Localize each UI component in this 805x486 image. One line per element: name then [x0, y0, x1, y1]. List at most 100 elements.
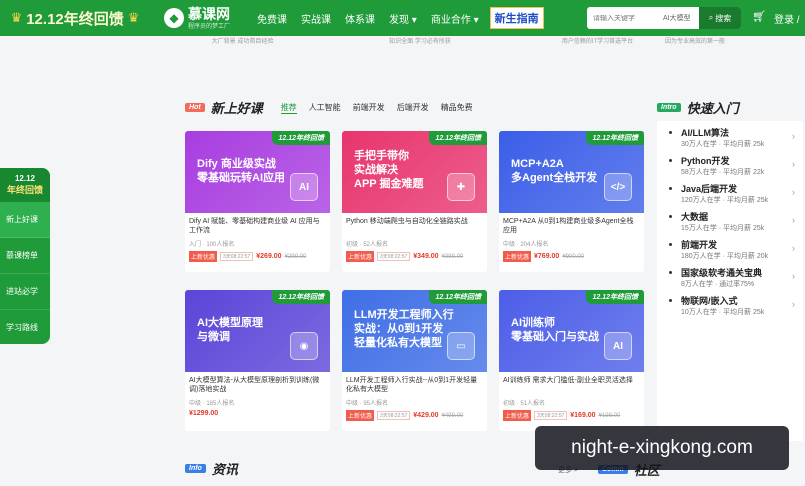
- login-link[interactable]: 登录 /: [774, 11, 800, 26]
- item-title: 物联网/嵌入式: [681, 296, 738, 306]
- search-button[interactable]: ⌕ 搜索: [699, 7, 741, 29]
- promo-ribbon: 12.12年终回馈: [586, 131, 644, 145]
- item-subtitle: 58万人在学 · 平均月薪 22k: [681, 169, 765, 176]
- section-badge: Intro: [657, 103, 681, 112]
- tab-frontend[interactable]: 前端开发: [353, 102, 385, 114]
- quick-start-item[interactable]: Java后端开发 120万人在学 · 平均月薪 25k ›: [657, 177, 803, 205]
- nav-discover[interactable]: 发现 ▾: [382, 11, 424, 26]
- price-row: 上新优惠 3天08:22:57 ¥429.00 ¥499.00: [342, 407, 487, 421]
- course-card[interactable]: 12.12年终回馈 AI大模型原理 与微调 ◉ AI大模型算法-从大模型原理剖析到…: [185, 290, 330, 431]
- sidebar-item-path[interactable]: 学习路线: [0, 310, 50, 346]
- course-meta: 中级 · 95人报名: [346, 401, 389, 407]
- tab-recommend[interactable]: 推荐: [280, 102, 297, 114]
- nav-system[interactable]: 体系课: [338, 11, 382, 26]
- course-banner: 12.12年终回馈 MCP+A2A 多Agent全栈开发 </>: [499, 131, 644, 213]
- search-input[interactable]: [587, 14, 657, 22]
- course-card[interactable]: 12.12年终回馈 MCP+A2A 多Agent全栈开发 </> MCP+A2A …: [499, 131, 644, 272]
- price-row: 上新优惠 3天08:22:57 ¥169.00 ¥199.00: [499, 407, 644, 421]
- sidebar-item-new[interactable]: 新上好课: [0, 202, 50, 238]
- section-title: 新上好课: [210, 101, 263, 116]
- banner-text: AI大模型原理: [197, 317, 263, 329]
- countdown-tag: 3天08:22:57: [534, 411, 568, 420]
- nav-free[interactable]: 免费课: [250, 11, 294, 26]
- course-illustration-icon: </>: [604, 173, 632, 201]
- tab-ai[interactable]: 人工智能: [309, 102, 341, 114]
- course-title[interactable]: Dify AI 賦能、零基础构建商业级 AI 应用与工作流: [185, 213, 330, 239]
- chevron-right-icon: ›: [792, 271, 795, 281]
- chevron-right-icon: ›: [792, 187, 795, 197]
- course-card[interactable]: 12.12年终回馈 手把手带你 实战解决 APP 掘金难题 ✚ Python 移动端…: [342, 131, 487, 272]
- promo-ribbon: 12.12年终回馈: [429, 290, 487, 304]
- quick-start-item[interactable]: 国家级软考通关宝典 8万人在学 · 通过率75% ›: [657, 261, 803, 289]
- course-banner: 12.12年终回馈 Dify 商业级实战 零基础玩转AI应用 AI: [185, 131, 330, 213]
- price: ¥349.00: [413, 253, 439, 260]
- cart-icon[interactable]: 🛒︎: [752, 10, 766, 23]
- section-badge: Hot: [185, 103, 205, 112]
- banner-text: APP 掘金难题: [354, 178, 424, 190]
- promo-ribbon: 12.12年终回馈: [429, 131, 487, 145]
- course-card[interactable]: 12.12年终回馈 Dify 商业级实战 零基础玩转AI应用 AI Dify AI…: [185, 131, 330, 272]
- nav-business[interactable]: 商业合作 ▾: [424, 11, 486, 26]
- logo[interactable]: ◆ 慕课网 程序员的梦工厂: [164, 7, 230, 30]
- sidebar-item-must[interactable]: 进站必学: [0, 274, 50, 310]
- quick-start-item[interactable]: 大数据 15万人在学 · 平均月薪 25k ›: [657, 205, 803, 233]
- item-title: Java后端开发: [681, 184, 738, 194]
- chevron-right-icon: ›: [792, 159, 795, 169]
- course-title[interactable]: AI大模型算法-从大模型原理剖析到训练(微调)落地实战: [185, 372, 330, 398]
- course-title[interactable]: Python 移动端爬虫与自动化全链路实战: [342, 213, 487, 239]
- sidebar-head-top: 12.12: [14, 174, 36, 183]
- chevron-right-icon: ›: [792, 215, 795, 225]
- strip-item: 大厂背景 成功简目经验: [211, 39, 274, 45]
- sidebar-item-rank[interactable]: 慕课榜单: [0, 238, 50, 274]
- promo-ribbon: 12.12年终回馈: [586, 290, 644, 304]
- course-title[interactable]: AI训练师 需求大门槛低-副业全职灵活选择: [499, 372, 644, 398]
- nav-practical[interactable]: 实战课: [294, 11, 338, 26]
- section-title: 资讯: [211, 462, 238, 477]
- section-title: 快速入门: [686, 101, 739, 116]
- item-title: 国家级软考通关宝典: [681, 268, 763, 278]
- course-title[interactable]: LLM开发工程师入行实战--从0到1开发轻量化私有大模型: [342, 372, 487, 398]
- promo-tag: 上新优惠: [346, 410, 375, 421]
- original-price: ¥399.00: [441, 253, 464, 260]
- logo-name: 慕课网: [188, 5, 230, 22]
- course-banner: 12.12年终回馈 AI训练师 零基础入门与实战 AI: [499, 290, 644, 372]
- quick-start-item[interactable]: Python开发 58万人在学 · 平均月薪 22k ›: [657, 149, 803, 177]
- countdown-tag: 3天08:22:57: [220, 252, 254, 261]
- tab-free[interactable]: 精品免费: [441, 102, 473, 114]
- bullet-icon: [669, 187, 672, 190]
- newbie-guide-link[interactable]: 新生指南: [489, 7, 544, 29]
- promo-tag: 上新优惠: [503, 251, 532, 262]
- quick-start-list: AI/LLM算法 30万人在学 · 平均月薪 25k › Python开发 58…: [657, 121, 803, 441]
- price: ¥769.00: [534, 253, 560, 260]
- strip-item: 因为专业高效的第一般: [665, 39, 726, 45]
- course-card[interactable]: 12.12年终回馈 AI训练师 零基础入门与实战 AI AI训练师 需求大门槛低-…: [499, 290, 644, 431]
- promo-banner[interactable]: ♛ 12.12年终回馈 ♛: [0, 0, 150, 36]
- price: ¥169.00: [570, 412, 596, 419]
- course-meta: 入门 · 100人报名: [189, 242, 235, 248]
- sidebar-head-main: 年终回馈: [6, 185, 43, 195]
- quick-start-item[interactable]: 前端开发 180万人在学 · 平均月薪 20k ›: [657, 233, 803, 261]
- search-hot-tag[interactable]: AI大模型: [663, 13, 691, 23]
- price: ¥1299.00: [189, 410, 219, 417]
- course-meta: 初级 · 52人报名: [346, 242, 389, 248]
- tab-backend[interactable]: 后端开发: [397, 102, 429, 114]
- course-card[interactable]: 12.12年终回馈 LLM开发工程师入行 实战：从0到1开发 轻量化私有大模型 ▭ …: [342, 290, 487, 431]
- banner-text: MCP+A2A: [511, 158, 564, 170]
- banner-text: 实战解决: [354, 164, 398, 176]
- course-meta: 初级 · 51人报名: [503, 401, 546, 407]
- course-illustration-icon: AI: [290, 173, 318, 201]
- banner-text: 实战：从0到1开发: [354, 323, 444, 335]
- original-price: ¥499.00: [441, 412, 464, 419]
- quick-start-item[interactable]: AI/LLM算法 30万人在学 · 平均月薪 25k ›: [657, 121, 803, 149]
- chevron-right-icon: ›: [792, 299, 795, 309]
- search-icon: ⌕: [708, 13, 714, 22]
- quick-start-item[interactable]: 物联网/嵌入式 10万人在学 · 平均月薪 25k ›: [657, 289, 803, 317]
- search-button-label: 搜索: [715, 13, 732, 23]
- banner-text: 与微调: [197, 331, 230, 343]
- course-title[interactable]: MCP+A2A 从0到1构建商业级多Agent全栈应用: [499, 213, 644, 239]
- item-subtitle: 180万人在学 · 平均月薪 20k: [681, 253, 769, 260]
- new-courses-header: Hot 新上好课 推荐 人工智能 前端开发 后端开发 精品免费: [185, 98, 473, 117]
- course-banner: 12.12年终回馈 AI大模型原理 与微调 ◉: [185, 290, 330, 372]
- strip-item: 知识全面 学习必有所获: [389, 39, 451, 45]
- banner-text: 零基础玩转AI应用: [197, 172, 285, 184]
